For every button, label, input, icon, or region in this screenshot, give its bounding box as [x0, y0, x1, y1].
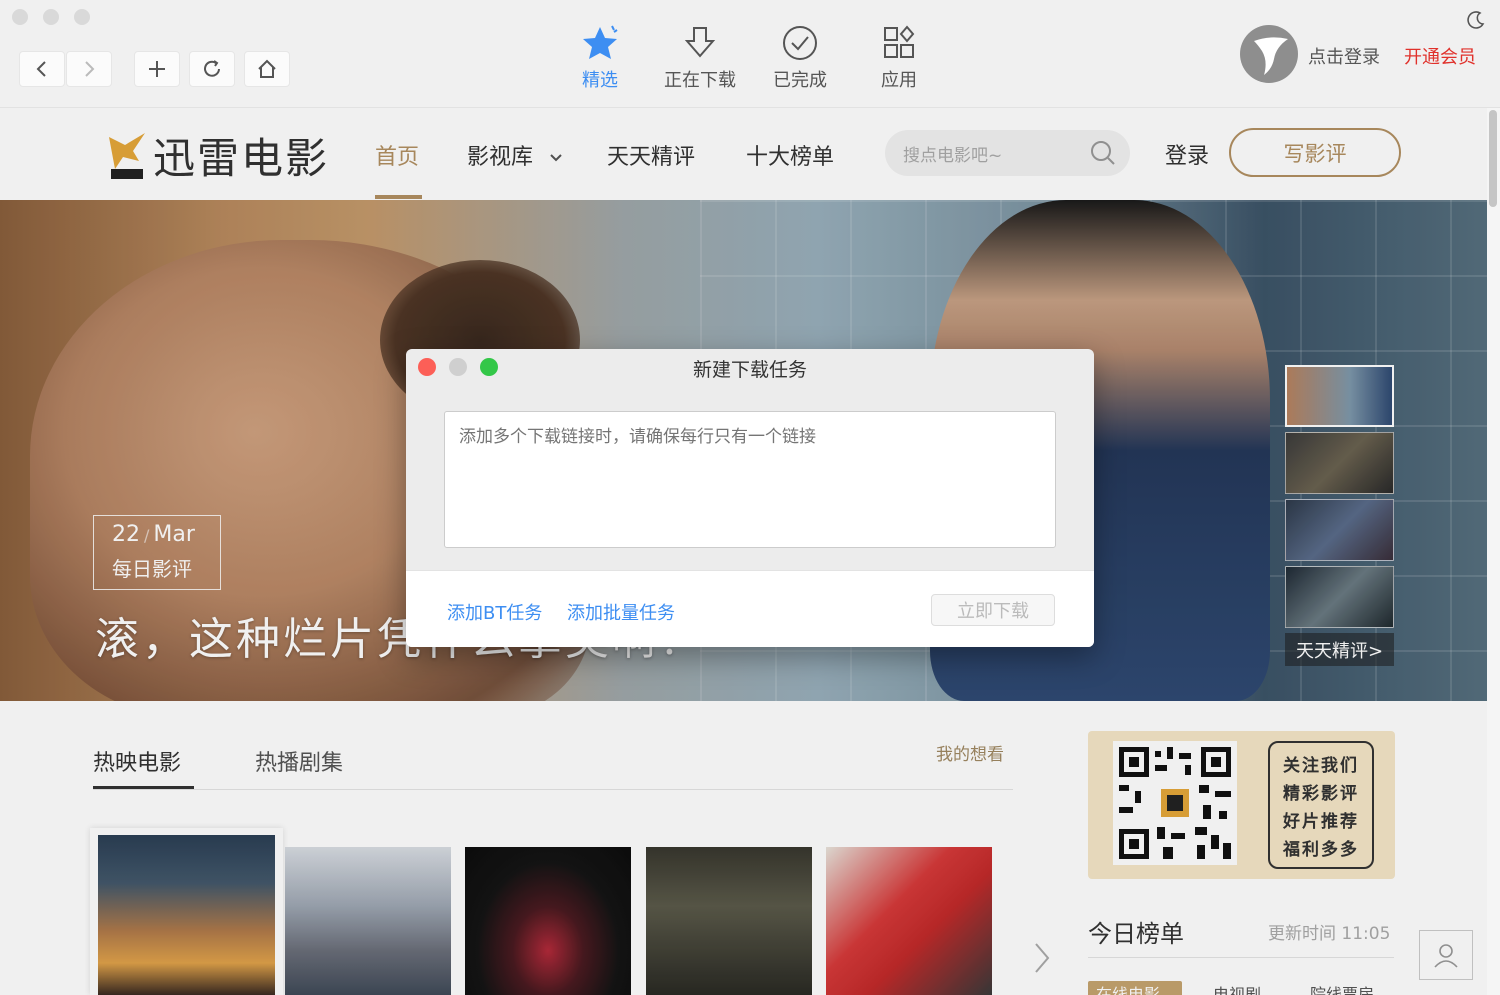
qr-code-icon: [1119, 747, 1231, 859]
floating-user-button[interactable]: [1419, 930, 1473, 980]
banner-month: Mar: [153, 522, 195, 547]
window-minimize-button[interactable]: [43, 9, 59, 25]
banner-label: 每日影评: [112, 557, 192, 581]
toolbar-item-featured[interactable]: 精选: [555, 24, 645, 92]
banner-thumbnail[interactable]: [1285, 365, 1394, 427]
banner-date-badge: 22/Mar 每日影评: [93, 515, 221, 590]
my-wishlist-link[interactable]: 我的想看: [936, 740, 1004, 765]
search-icon[interactable]: [1090, 140, 1116, 166]
banner-thumbnail[interactable]: [1285, 499, 1394, 561]
rank-tab-online-movies[interactable]: 在线电影: [1088, 981, 1182, 995]
update-time: 更新时间 11:05: [1268, 924, 1391, 944]
bubble-line: 精彩影评: [1283, 783, 1359, 804]
bubble-line: 关注我们: [1283, 755, 1359, 776]
chevron-right-icon: [85, 61, 95, 77]
banner-day: 22: [112, 522, 140, 547]
toolbar-item-label: 应用: [881, 70, 917, 91]
refresh-button[interactable]: [189, 51, 235, 87]
qr-code: [1113, 741, 1237, 865]
today-ranking-title: 今日榜单: [1088, 920, 1184, 948]
add-bt-task-link[interactable]: 添加BT任务: [447, 599, 542, 625]
toolbar-item-completed[interactable]: 已完成: [755, 24, 845, 92]
home-button[interactable]: [244, 51, 290, 87]
add-batch-task-link[interactable]: 添加批量任务: [567, 599, 675, 625]
movie-poster[interactable]: [465, 847, 631, 995]
movie-poster[interactable]: [98, 835, 275, 995]
plus-icon: [149, 61, 165, 77]
banner-thumbnail[interactable]: [1285, 566, 1394, 628]
movie-poster[interactable]: [285, 847, 451, 995]
window-close-button[interactable]: [12, 9, 28, 25]
menu-item-label: 影视库: [467, 145, 534, 170]
user-avatar[interactable]: [1240, 25, 1298, 83]
follow-us-bubble: 关注我们 精彩影评 好片推荐 福利多多: [1268, 741, 1374, 869]
bird-logo-icon: [1254, 37, 1288, 75]
bubble-line: 好片推荐: [1283, 811, 1359, 832]
tab-hot-series[interactable]: 热播剧集: [255, 745, 343, 777]
dark-mode-toggle-icon[interactable]: [1466, 10, 1486, 30]
dialog-title: 新建下载任务: [692, 359, 807, 381]
movie-poster[interactable]: [826, 847, 992, 995]
site-logo[interactable]: 迅雷电影: [105, 125, 329, 186]
daily-reviews-more-link[interactable]: 天天精评>: [1285, 633, 1394, 666]
xunlei-bird-logo-icon: [109, 132, 145, 179]
forward-button[interactable]: [66, 51, 112, 87]
carousel-next-icon[interactable]: [1028, 940, 1056, 976]
follow-us-card: 关注我们 精彩影评 好片推荐 福利多多: [1088, 731, 1395, 879]
star-icon: [583, 25, 618, 59]
login-link[interactable]: 点击登录: [1308, 43, 1380, 69]
download-links-input[interactable]: [444, 411, 1056, 548]
toolbar-item-label: 已完成: [773, 70, 827, 91]
chevron-left-icon: [36, 61, 46, 77]
user-icon: [1434, 944, 1458, 968]
rank-tab-tv-series[interactable]: 电视剧: [1213, 981, 1261, 995]
menu-item-home[interactable]: 首页: [375, 139, 419, 171]
toolbar-item-label: 精选: [582, 70, 618, 91]
rank-tab-box-office[interactable]: 院线票房: [1310, 981, 1374, 995]
site-login-link[interactable]: 登录: [1165, 138, 1209, 170]
scrollbar-thumb[interactable]: [1489, 110, 1497, 207]
tabs-divider: [93, 789, 1013, 790]
home-icon: [258, 59, 276, 78]
tab-now-playing[interactable]: 热映电影: [93, 745, 181, 777]
write-review-button[interactable]: 写影评: [1229, 128, 1401, 177]
menu-active-indicator: [375, 195, 422, 199]
page-scrollbar[interactable]: [1487, 108, 1500, 995]
logo-text: 迅雷电影: [153, 134, 330, 183]
menu-item-daily-reviews[interactable]: 天天精评: [607, 139, 695, 171]
banner-thumbnail-list: 天天精评>: [1285, 365, 1394, 666]
vip-link[interactable]: 开通会员: [1404, 43, 1476, 69]
banner-thumbnail[interactable]: [1285, 432, 1394, 494]
menu-item-library[interactable]: 影视库: [467, 139, 564, 171]
refresh-icon: [204, 60, 220, 77]
toolbar-item-apps[interactable]: 应用: [854, 24, 944, 92]
chevron-down-icon: [550, 154, 562, 162]
ranking-divider: [1088, 957, 1394, 958]
download-icon: [684, 27, 716, 58]
search-placeholder: 搜点电影吧~: [903, 145, 1003, 166]
bubble-line: 福利多多: [1283, 839, 1359, 860]
download-now-button[interactable]: 立即下载: [931, 594, 1055, 626]
toolbar-item-label: 正在下载: [664, 70, 736, 91]
apps-grid-icon: [884, 25, 915, 58]
back-button[interactable]: [19, 51, 65, 87]
check-circle-icon: [783, 26, 817, 60]
toolbar-item-downloading[interactable]: 正在下载: [655, 24, 745, 92]
site-search-input[interactable]: 搜点电影吧~: [885, 130, 1130, 176]
date-separator: /: [144, 526, 150, 545]
menu-item-top-ten[interactable]: 十大榜单: [746, 139, 834, 171]
new-download-dialog: 新建下载任务 添加BT任务 添加批量任务 立即下载: [406, 349, 1094, 647]
window-zoom-button[interactable]: [74, 9, 90, 25]
movie-poster[interactable]: [646, 847, 812, 995]
dialog-footer: 添加BT任务 添加批量任务 立即下载: [406, 570, 1094, 647]
new-tab-button[interactable]: [134, 51, 180, 87]
